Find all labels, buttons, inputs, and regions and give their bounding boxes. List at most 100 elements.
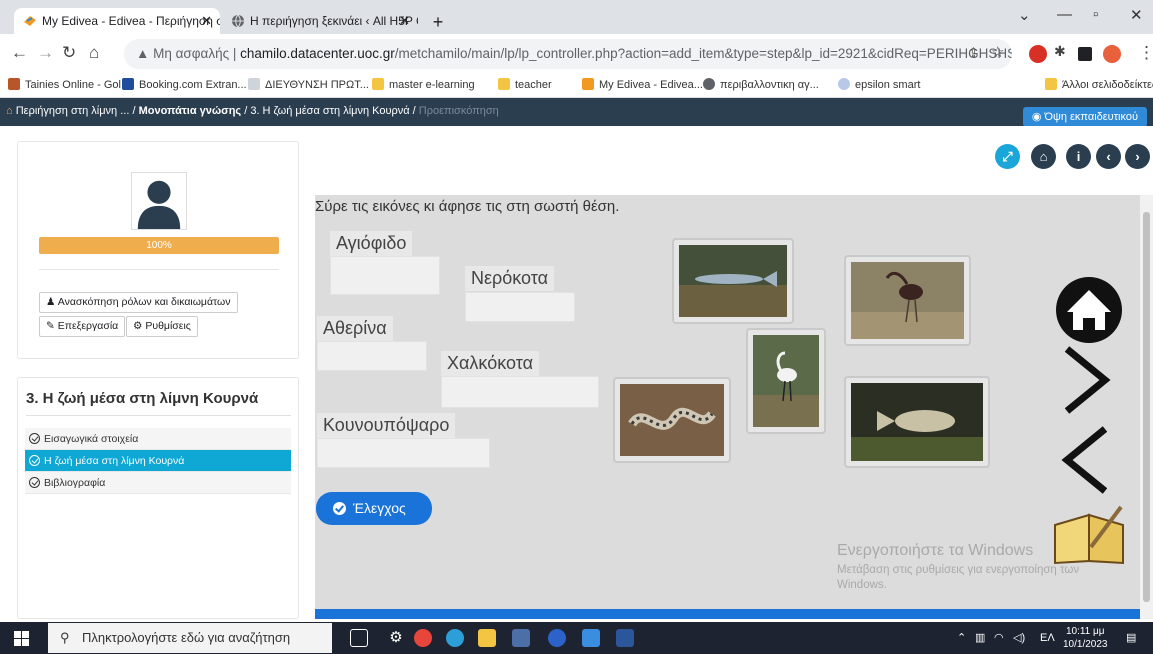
progress-fill: 100% (39, 237, 279, 254)
settings-gear-icon[interactable]: ⚙ (387, 629, 405, 647)
volume-icon[interactable]: ◁) (1013, 622, 1025, 654)
egret-image[interactable] (746, 328, 826, 434)
toc-item-intro[interactable]: Εισαγωγικά στοιχεία (25, 428, 291, 450)
ibis-image[interactable] (844, 255, 971, 346)
menu-icon[interactable]: ⋮ (1138, 43, 1153, 63)
breadcrumb-item[interactable]: Περιήγηση στη λίμνη ... (16, 105, 130, 117)
insecure-label: Μη ασφαλής (153, 46, 230, 61)
tab-my-edivea[interactable]: My Edivea - Edivea - Περιήγηση στ ✕ (14, 8, 220, 34)
h5p-scrollbar[interactable] (1140, 195, 1153, 619)
fish-image[interactable] (672, 238, 794, 324)
folder-icon (498, 78, 510, 90)
next-arrow-icon[interactable] (1061, 345, 1111, 415)
bookmark-item[interactable]: ΔΙΕΥΘΥΝΣΗ ΠΡΩΤ... (248, 78, 369, 91)
clock[interactable]: 10:11 μμ 10/1/2023 (1063, 625, 1108, 651)
word-icon[interactable] (616, 629, 634, 647)
network-icon[interactable]: ▥ (975, 622, 985, 654)
home-icon[interactable]: ⌂ (89, 43, 99, 63)
dropzone[interactable] (441, 376, 599, 408)
dropzone-label: Αθερίνα (317, 316, 393, 341)
search-icon: ⚲ (60, 630, 70, 645)
wifi-icon[interactable]: ◠ (994, 622, 1004, 654)
dipe-icon (248, 78, 260, 90)
other-bookmarks[interactable]: Άλλοι σελιδοδείκτες (1045, 78, 1153, 91)
url-field[interactable]: ▲ Μη ασφαλής | chamilo.datacenter.uoc.gr… (124, 39, 1012, 69)
restore-icon[interactable]: ▫ (1093, 6, 1098, 23)
globe-icon (232, 14, 244, 28)
bookmark-item[interactable]: Tainies Online - Gol... (8, 78, 130, 91)
bookmark-item[interactable]: Booking.com Extran... (122, 78, 247, 91)
snake-image[interactable] (613, 377, 731, 463)
review-roles-button[interactable]: ♟ Ανασκόπηση ρόλων και δικαιωμάτων (39, 292, 238, 313)
dropbox-icon[interactable] (582, 629, 600, 647)
dropzone[interactable] (317, 438, 490, 468)
previous-button[interactable]: ‹ (1096, 144, 1121, 169)
bookmark-item[interactable]: περιβαλλοντικη αγ... (703, 78, 819, 91)
folder-icon (372, 78, 384, 90)
dropzone[interactable] (465, 292, 575, 322)
paint-icon[interactable] (512, 629, 530, 647)
toc-item-life[interactable]: Η ζωή μέσα στη λίμνη Κουρνά (25, 450, 291, 472)
tab-search-icon[interactable]: ⌄ (1018, 6, 1031, 24)
tainies-icon (8, 78, 20, 90)
forward-icon[interactable]: → (37, 43, 54, 63)
profile-card: 100% ♟ Ανασκόπηση ρόλων και δικαιωμάτων … (17, 141, 299, 359)
home-icon[interactable]: ⌂ (6, 105, 13, 117)
bookmark-item[interactable]: teacher (498, 78, 552, 91)
bookmark-item[interactable]: epsilon smart (838, 78, 920, 91)
toc-title: 3. Η ζωή μέσα στη λίμνη Κουρνά (26, 390, 259, 407)
check-circle-icon (29, 455, 40, 466)
chrome-icon[interactable] (414, 629, 432, 647)
teacher-view-button[interactable]: ◉ Όψη εκπαιδευτικού (1022, 107, 1147, 127)
dropzone-label: Χαλκόκοτα (441, 351, 540, 376)
progress-bar: 100% (39, 237, 279, 254)
fullscreen-button[interactable]: ⤢ (995, 144, 1020, 169)
mosquitofish-image[interactable] (844, 376, 990, 468)
breadcrumb-item[interactable]: 3. Η ζωή μέσα στη λίμνη Κουρνά (250, 105, 409, 117)
dropzone-label: Νερόκοτα (465, 266, 555, 291)
task-view-icon[interactable] (350, 629, 368, 647)
previous-arrow-icon[interactable] (1061, 425, 1111, 495)
check-button[interactable]: Έλεγχος (316, 492, 432, 525)
home-button[interactable]: ⌂ (1031, 144, 1056, 169)
clock-date: 10/1/2023 (1063, 639, 1108, 650)
bookmark-star-icon[interactable]: ☆ (991, 43, 1004, 61)
profile-avatar[interactable] (1103, 45, 1121, 63)
reader-icon[interactable] (1078, 47, 1092, 61)
tray-chevron-icon[interactable]: ⌃ (957, 622, 966, 654)
dropzone[interactable] (330, 256, 440, 295)
reload-icon[interactable]: ↻ (62, 43, 76, 63)
breadcrumb-item[interactable]: Μονοπάτια γνώσης (139, 105, 242, 117)
folder-icon (1045, 78, 1057, 90)
windows-start-icon[interactable] (14, 631, 29, 646)
language-indicator[interactable]: ΕΛ (1040, 622, 1055, 654)
extensions-icon[interactable]: ✱ (1054, 43, 1066, 60)
math-app-icon[interactable] (548, 629, 566, 647)
close-tab-icon[interactable]: ✕ (399, 8, 410, 34)
edge-icon[interactable] (446, 629, 464, 647)
tab-h5p[interactable]: Η περιήγηση ξεκινάει ‹ All H5P C ✕ (222, 8, 418, 34)
close-window-icon[interactable]: ✕ (1130, 6, 1143, 24)
gear-icon: ⚙ (133, 320, 143, 332)
close-tab-icon[interactable]: ✕ (201, 8, 212, 34)
toc-item-bibliography[interactable]: Βιβλιογραφία (25, 472, 291, 494)
h5p-footer-bar (315, 609, 1140, 619)
bookmark-item[interactable]: master e-learning (372, 78, 475, 91)
scrollbar-thumb[interactable] (1143, 212, 1150, 602)
file-explorer-icon[interactable] (478, 629, 496, 647)
minimize-icon[interactable]: — (1057, 6, 1072, 23)
next-button[interactable]: › (1125, 144, 1150, 169)
home-nav-icon[interactable] (1053, 274, 1125, 346)
notifications-icon[interactable]: ▤ (1126, 622, 1136, 654)
url-path: /metchamilo/main/lp/lp_controller.php?ac… (394, 46, 1012, 61)
settings-button[interactable]: ⚙ Ρυθμίσεις (126, 316, 198, 337)
edit-button[interactable]: ✎ Επεξεργασία (39, 316, 126, 337)
back-icon[interactable]: ← (11, 43, 28, 63)
taskbar-search-input[interactable]: ⚲ Πληκτρολογήστε εδώ για αναζήτηση (48, 623, 332, 653)
bookmark-item[interactable]: My Edivea - Edivea... (582, 78, 703, 91)
info-button[interactable]: i (1066, 144, 1091, 169)
dropzone[interactable] (317, 341, 427, 371)
new-tab-button[interactable]: + (427, 12, 449, 34)
share-icon[interactable]: ⇪ (968, 45, 979, 61)
adblock-icon[interactable] (1029, 45, 1047, 63)
